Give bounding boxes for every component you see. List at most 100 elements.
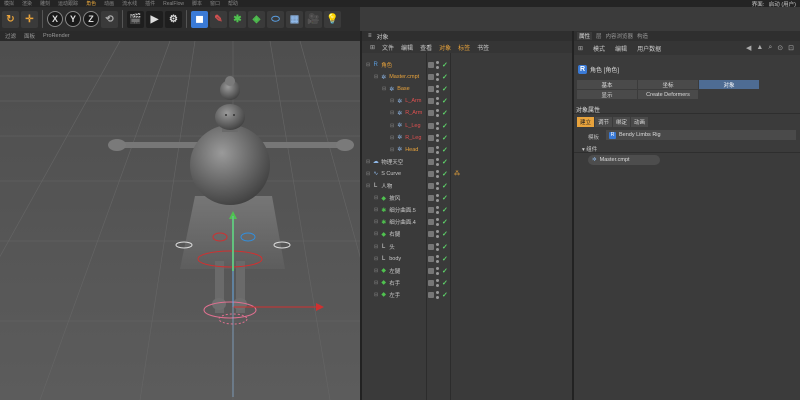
- visibility-dots-icon[interactable]: [436, 194, 440, 203]
- object-row[interactable]: ⊟ ✲ Head ✓: [362, 144, 572, 156]
- object-row[interactable]: ⊟ ◆ 披风 ✓: [362, 192, 572, 204]
- tab-content-browser[interactable]: 内容浏览器: [606, 32, 634, 40]
- enabled-check-icon[interactable]: ✓: [442, 291, 448, 299]
- object-name-cell[interactable]: ⊟ L 头: [374, 243, 395, 251]
- menu-item[interactable]: 帮助: [228, 0, 238, 7]
- expand-icon[interactable]: ⊟: [374, 268, 378, 274]
- layer-swatch[interactable]: [428, 62, 434, 68]
- spline-tag-icon[interactable]: ⁂: [454, 170, 460, 177]
- layer-swatch[interactable]: [428, 267, 434, 274]
- layer-swatch[interactable]: [428, 255, 434, 262]
- object-name-cell[interactable]: ⊟ ◆ 右手: [374, 279, 400, 287]
- layout-value[interactable]: 启动 (用户): [769, 2, 796, 8]
- expand-icon[interactable]: ⊟: [374, 292, 378, 298]
- expand-icon[interactable]: ⊟: [366, 171, 370, 177]
- object-row[interactable]: ⊟ R 角色 ✓: [362, 59, 572, 71]
- menu-item[interactable]: 脚本: [192, 0, 202, 7]
- visibility-dots-icon[interactable]: [436, 133, 440, 142]
- visibility-dots-icon[interactable]: [436, 97, 440, 106]
- layer-swatch[interactable]: [428, 134, 434, 141]
- menu-item[interactable]: RealFlow: [163, 1, 184, 7]
- enabled-check-icon[interactable]: ✓: [442, 109, 448, 117]
- enabled-check-icon[interactable]: ✓: [442, 218, 448, 226]
- object-name-cell[interactable]: ⊟ ◆ 左腿: [374, 267, 400, 275]
- visibility-dots-icon[interactable]: [436, 169, 440, 178]
- enabled-check-icon[interactable]: ✓: [442, 182, 448, 190]
- expand-icon[interactable]: ⊟: [366, 159, 370, 165]
- layer-swatch[interactable]: [428, 219, 434, 226]
- expand-icon[interactable]: ⊟: [374, 219, 378, 225]
- visibility-dots-icon[interactable]: [436, 121, 440, 130]
- expand-icon[interactable]: ⊟: [366, 62, 370, 68]
- object-row[interactable]: ⊟ ☁ 物理天空 ✓: [362, 156, 572, 168]
- environment-icon[interactable]: ⬭: [267, 10, 284, 28]
- visibility-dots-icon[interactable]: [436, 61, 440, 69]
- subtab-create-deformers[interactable]: Create Deformers: [638, 90, 698, 99]
- viewport-tab-panel[interactable]: 面板: [24, 32, 35, 40]
- object-row[interactable]: ⊟ ✲ Master.cmpt ✓: [362, 71, 572, 83]
- z-axis-icon[interactable]: Z: [83, 11, 99, 27]
- move-tool-icon[interactable]: ✛: [21, 10, 38, 28]
- object-row[interactable]: ⊟ ◆ 右腿 ✓: [362, 228, 572, 240]
- coordinate-system-icon[interactable]: ⟲: [101, 10, 118, 28]
- expand-icon[interactable]: ⊟: [382, 86, 386, 92]
- visibility-dots-icon[interactable]: [436, 157, 440, 166]
- light-icon[interactable]: 💡: [324, 10, 341, 28]
- expand-icon[interactable]: ⊟: [374, 244, 378, 250]
- object-row[interactable]: ⊟ ◆ 左手 ✓: [362, 289, 572, 301]
- deformer-icon[interactable]: ◈: [248, 10, 265, 28]
- content-tab-bind[interactable]: 绑定: [613, 117, 631, 127]
- tab-structure[interactable]: 构造: [637, 32, 648, 40]
- subtab-coordinates[interactable]: 坐标: [638, 80, 698, 89]
- attr-menu-edit[interactable]: 编辑: [615, 44, 627, 53]
- visibility-dots-icon[interactable]: [436, 73, 440, 82]
- object-name-cell[interactable]: ⊟ ✲ Base: [382, 86, 410, 93]
- object-row[interactable]: ⊟ ✲ R_Leg ✓: [362, 132, 572, 144]
- render-settings-icon[interactable]: ⚙: [165, 10, 182, 28]
- back-arrow-icon[interactable]: ◀: [746, 44, 751, 52]
- render-view-icon[interactable]: ▶: [146, 10, 163, 28]
- subtab-display[interactable]: 显示: [577, 90, 637, 99]
- object-row[interactable]: ⊟ ◆ 左腿 ✓: [362, 265, 572, 277]
- om-menu-tags[interactable]: 标签: [458, 43, 470, 52]
- camera-icon[interactable]: 🎥: [305, 10, 322, 28]
- expand-icon[interactable]: ⊟: [390, 110, 394, 116]
- content-tab-adjust[interactable]: 调节: [595, 117, 613, 127]
- object-name-cell[interactable]: ⊟ ☁ 物理天空: [366, 158, 403, 166]
- om-menu-edit[interactable]: 编辑: [401, 43, 413, 52]
- om-menu-bookmarks[interactable]: 书签: [477, 43, 489, 52]
- layer-swatch[interactable]: [428, 146, 434, 153]
- object-name-cell[interactable]: ⊟ L 人物: [366, 182, 392, 190]
- om-menu-view[interactable]: 查看: [420, 43, 432, 52]
- object-row[interactable]: ⊟ ✱ 细分曲面.5 ✓: [362, 204, 572, 216]
- menu-item[interactable]: 插件: [145, 0, 155, 7]
- viewport-tab-filter[interactable]: 过滤: [5, 32, 16, 40]
- object-name-cell[interactable]: ⊟ ✱ 细分曲面.4: [374, 218, 416, 226]
- pen-icon[interactable]: ✎: [210, 10, 227, 28]
- enabled-check-icon[interactable]: ✓: [442, 158, 448, 166]
- object-name-cell[interactable]: ⊟ ◆ 右腿: [374, 230, 400, 238]
- layer-swatch[interactable]: [428, 110, 434, 117]
- tab-attributes[interactable]: 属性: [577, 32, 593, 40]
- visibility-dots-icon[interactable]: [436, 266, 440, 275]
- layout-selector[interactable]: 界面: 启动 (用户): [752, 0, 796, 8]
- menu-item[interactable]: 角色: [86, 0, 96, 7]
- menu-item[interactable]: 雕刻: [40, 0, 50, 7]
- layer-swatch[interactable]: [428, 86, 434, 93]
- visibility-dots-icon[interactable]: [436, 242, 440, 251]
- enabled-check-icon[interactable]: ✓: [442, 134, 448, 142]
- object-name-cell[interactable]: ⊟ ✲ R_Leg: [390, 134, 421, 142]
- viewport-tab-prorender[interactable]: ProRender: [43, 33, 70, 39]
- expand-icon[interactable]: ⊟: [374, 195, 378, 201]
- expand-icon[interactable]: ⊟: [390, 147, 394, 153]
- subdivision-icon[interactable]: ✱: [229, 10, 246, 28]
- menu-item[interactable]: 运动跟踪: [58, 0, 78, 7]
- grid-icon[interactable]: ⊞: [578, 45, 583, 52]
- visibility-dots-icon[interactable]: [436, 182, 440, 190]
- new-panel-icon[interactable]: ⊡: [788, 44, 794, 52]
- object-row[interactable]: ⊟ L 头 ✓: [362, 241, 572, 253]
- object-name-cell[interactable]: ⊟ ◆ 左手: [374, 291, 400, 299]
- enabled-check-icon[interactable]: ✓: [442, 97, 448, 105]
- layer-swatch[interactable]: [428, 195, 434, 202]
- template-dropdown[interactable]: R Bendy Limbs Rig: [606, 130, 796, 140]
